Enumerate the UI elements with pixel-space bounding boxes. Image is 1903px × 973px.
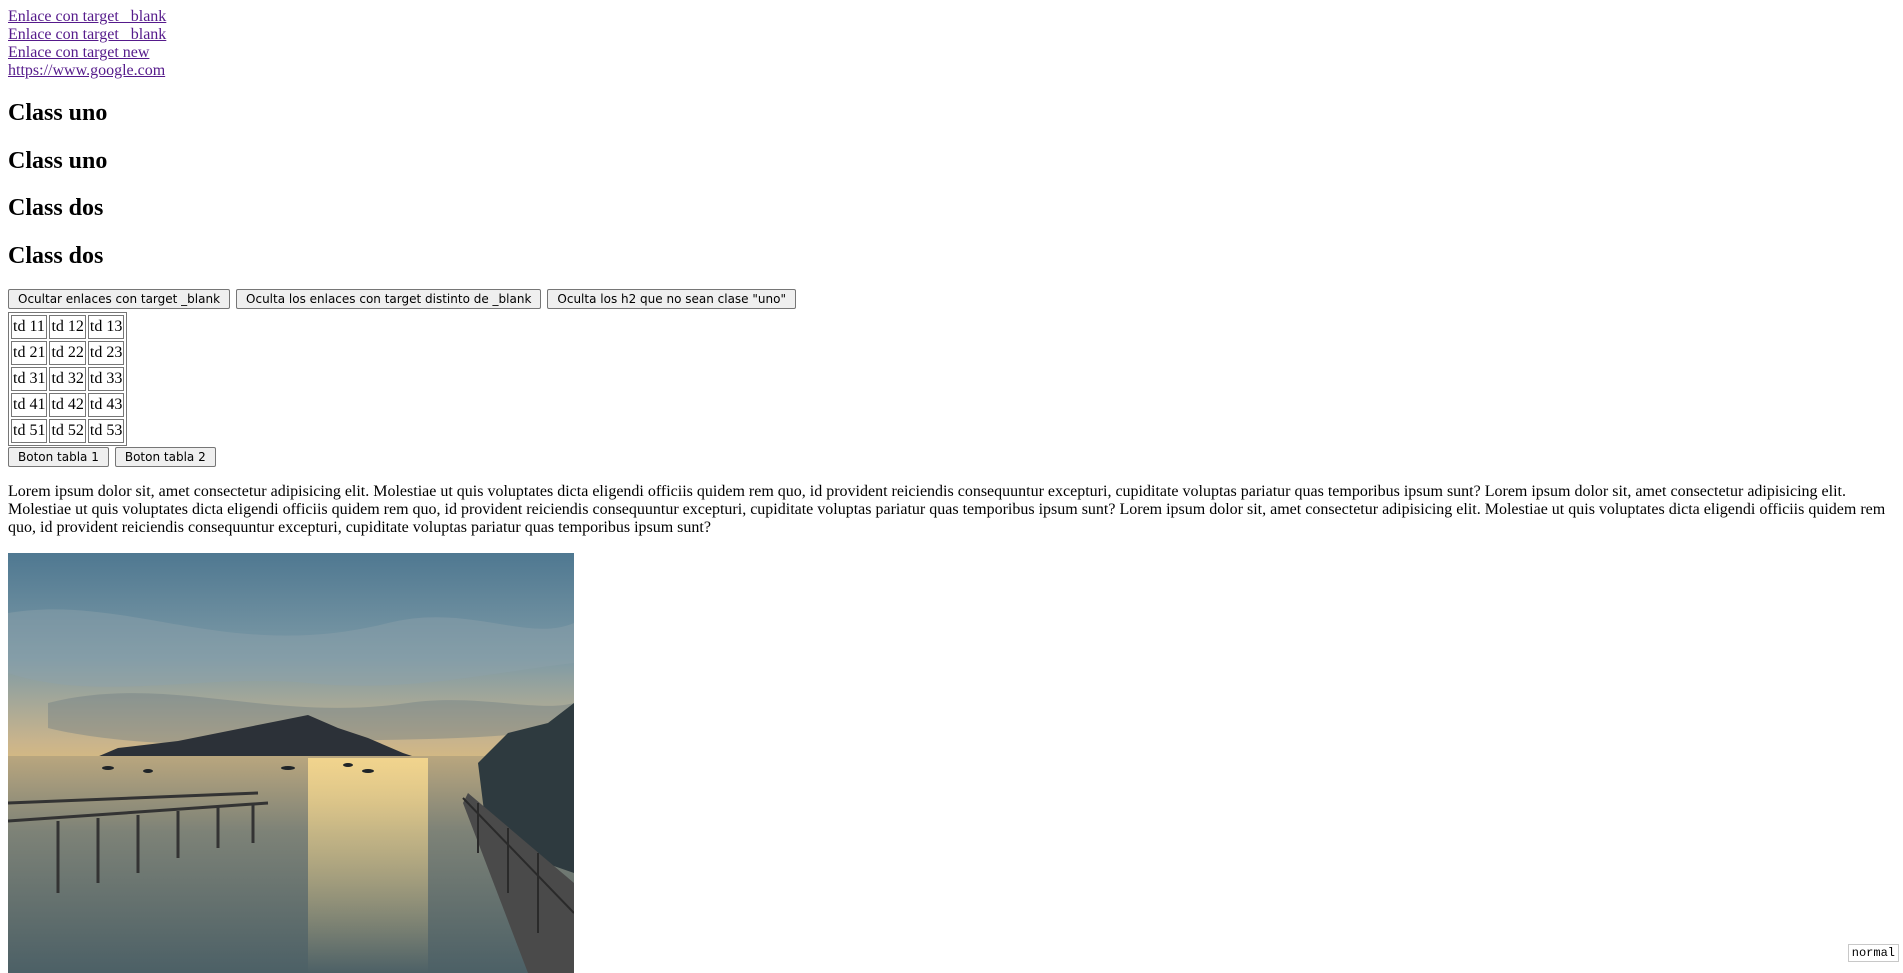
hide-blank-links-button[interactable]: Ocultar enlaces con target _blank <box>8 289 231 309</box>
table-cell: td 52 <box>49 419 86 443</box>
status-indicator: normal <box>1847 944 1899 962</box>
page: Enlace con target _blank Enlace con targ… <box>8 8 1895 973</box>
links-list: Enlace con target _blank Enlace con targ… <box>8 8 1895 80</box>
table-2-button[interactable]: Boton tabla 2 <box>114 447 216 467</box>
heading-class-uno-2: Class uno <box>8 147 108 174</box>
lorem-paragraph: Lorem ipsum dolor sit, amet consectetur … <box>8 483 1886 536</box>
table-1-button[interactable]: Boton tabla 1 <box>8 447 109 467</box>
table-cell: td 13 <box>87 315 125 339</box>
table-actions-toolbar: Boton tabla 1 Boton tabla 2 <box>8 447 1895 467</box>
heading-class-dos-1: Class dos <box>8 195 104 221</box>
hide-non-blank-links-button[interactable]: Oculta los enlaces con target distinto d… <box>236 289 542 309</box>
table-cell: td 33 <box>87 367 125 391</box>
table-cell: td 43 <box>87 393 125 417</box>
table-cell: td 12 <box>49 315 86 339</box>
link-target-blank-1[interactable]: Enlace con target _blank <box>8 8 1895 26</box>
link-google[interactable]: https://www.google.com <box>8 62 1895 80</box>
table-row: td 11 td 12 td 13 <box>11 315 125 339</box>
table-cell: td 32 <box>49 367 86 391</box>
heading-class-uno-1: Class uno <box>8 100 108 126</box>
table-cell: td 41 <box>11 393 48 417</box>
table-row: td 41 td 42 td 43 <box>11 393 125 417</box>
table-cell: td 11 <box>11 315 48 339</box>
heading-class-dos-2: Class dos <box>8 242 104 269</box>
link-target-blank-2[interactable]: Enlace con target _blank <box>8 26 1895 44</box>
table-cell: td 53 <box>87 419 125 443</box>
hide-h2-not-uno-button[interactable]: Oculta los h2 que no sean clase "uno" <box>547 289 796 309</box>
table-row: td 31 td 32 td 33 <box>11 367 125 391</box>
sunset-harbor-photo <box>8 553 574 973</box>
link-actions-toolbar: Ocultar enlaces con target _blank Oculta… <box>8 289 1895 309</box>
data-table: td 11 td 12 td 13 td 21 td 22 td 23 td 3… <box>8 312 128 446</box>
link-target-new[interactable]: Enlace con target new <box>8 44 1895 62</box>
table-cell: td 23 <box>87 341 125 365</box>
table-cell: td 31 <box>11 367 48 391</box>
table-row: td 51 td 52 td 53 <box>11 419 125 443</box>
table-cell: td 42 <box>49 393 86 417</box>
table-cell: td 22 <box>49 341 86 365</box>
table-cell: td 51 <box>11 419 48 443</box>
table-cell: td 21 <box>11 341 48 365</box>
table-row: td 21 td 22 td 23 <box>11 341 125 365</box>
